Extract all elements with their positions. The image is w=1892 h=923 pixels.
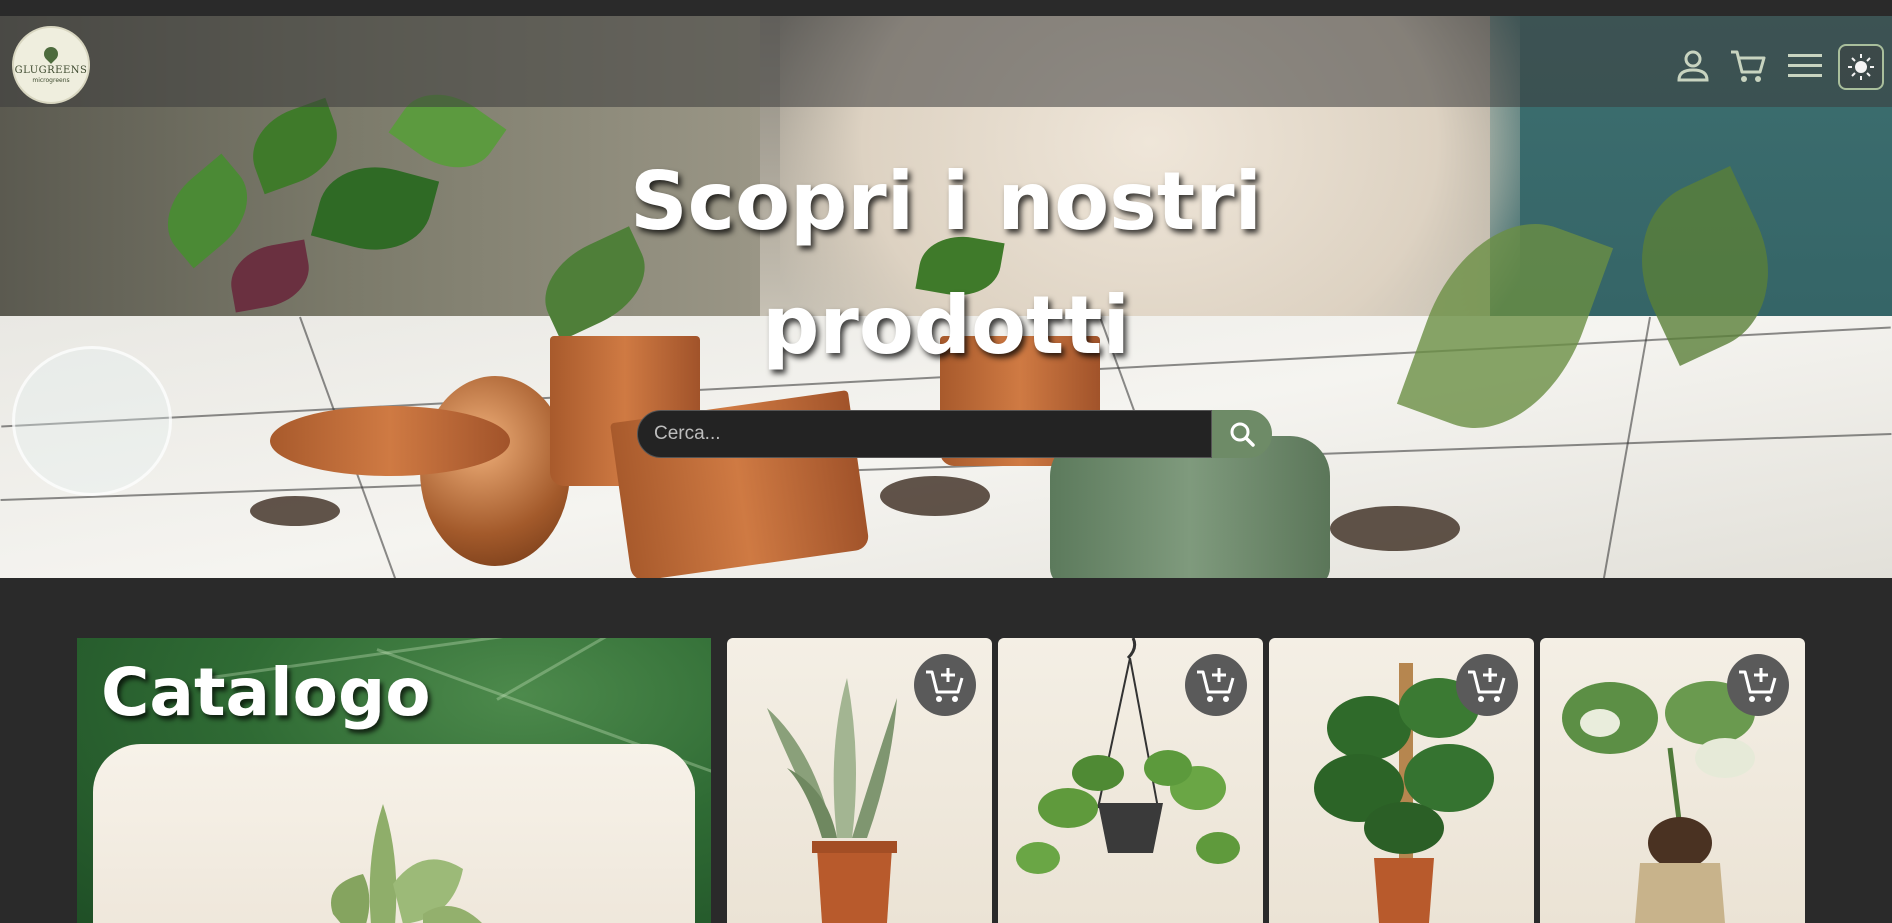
catalog-card[interactable]: Catalogo xyxy=(77,638,711,923)
brand-name: GLUGREENS xyxy=(14,64,88,76)
sprout-icon xyxy=(41,43,61,64)
search-input[interactable] xyxy=(637,410,1212,458)
add-to-cart-button[interactable] xyxy=(914,654,976,716)
add-to-cart-icon xyxy=(1468,668,1506,702)
brand-logo[interactable]: GLUGREENS microgreens xyxy=(12,26,90,104)
hero-title-line1: Scopri i nostri xyxy=(630,155,1262,248)
product-card[interactable] xyxy=(998,638,1263,923)
add-to-cart-icon xyxy=(1739,668,1777,702)
user-icon[interactable] xyxy=(1673,46,1713,86)
catalog-preview-image xyxy=(93,744,695,923)
search-icon xyxy=(1230,422,1255,447)
product-card[interactable] xyxy=(727,638,992,923)
top-strip xyxy=(0,0,1892,16)
cart-icon[interactable] xyxy=(1728,46,1768,86)
search-bar xyxy=(637,410,1272,458)
theme-toggle-button[interactable] xyxy=(1838,44,1884,90)
add-to-cart-button[interactable] xyxy=(1456,654,1518,716)
product-card[interactable] xyxy=(1269,638,1534,923)
add-to-cart-button[interactable] xyxy=(1185,654,1247,716)
catalog-title: Catalogo xyxy=(101,654,431,731)
hero-title-line2: prodotti xyxy=(762,279,1130,372)
brand-tagline: microgreens xyxy=(32,76,70,84)
menu-icon[interactable] xyxy=(1785,46,1825,86)
search-button[interactable] xyxy=(1212,410,1272,458)
product-card[interactable] xyxy=(1540,638,1805,923)
add-to-cart-icon xyxy=(1197,668,1235,702)
add-to-cart-icon xyxy=(926,668,964,702)
hero-title: Scopri i nostri prodotti xyxy=(0,140,1892,388)
add-to-cart-button[interactable] xyxy=(1727,654,1789,716)
top-navbar: GLUGREENS microgreens xyxy=(0,16,1892,107)
sun-icon xyxy=(1848,54,1874,80)
